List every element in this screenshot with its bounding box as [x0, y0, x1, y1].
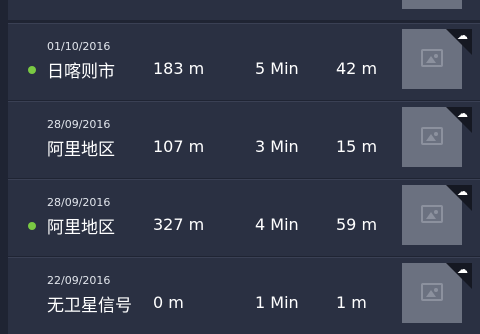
item-place: 阿里地区	[47, 218, 115, 238]
cloud-icon: ☁	[457, 185, 468, 198]
cloud-icon: ☁	[457, 263, 468, 276]
item-date: 28/09/2016	[47, 118, 111, 131]
item-date: 01/10/2016	[47, 40, 111, 53]
item-distance: 0 m	[153, 293, 184, 312]
item-distance: 183 m	[153, 59, 205, 78]
item-place: 東西地区	[47, 0, 115, 2]
cloud-icon: ☁	[457, 107, 468, 120]
list-item[interactable]: 東西地区30 m☁	[8, 0, 480, 20]
item-value: 15 m	[336, 137, 378, 156]
list-item[interactable]: 28/09/2016 阿里地区 107 m 3 Min 15 m ☁	[8, 101, 480, 178]
item-distance: 107 m	[153, 137, 205, 156]
list-item[interactable]: 28/09/2016 阿里地区 327 m 4 Min 59 m ☁	[8, 179, 480, 256]
list-item[interactable]: 01/10/2016 日喀则市 183 m 5 Min 42 m ☁	[8, 23, 480, 100]
status-dot-icon	[28, 66, 36, 74]
item-place: 阿里地区	[47, 140, 115, 160]
cloud-icon: ☁	[457, 29, 468, 42]
item-duration: 5 Min	[255, 59, 299, 78]
status-dot-icon	[28, 222, 36, 230]
activity-list: 東西地区30 m☁01/10/2016日喀则市183 m5 Min42 m☁28…	[0, 0, 480, 334]
item-duration: 3 Min	[255, 137, 299, 156]
item-duration: 4 Min	[255, 215, 299, 234]
item-place: 无卫星信号	[47, 296, 132, 316]
list-item[interactable]: 22/09/2016 无卫星信号 0 m 1 Min 1 m ☁	[8, 257, 480, 334]
item-date: 22/09/2016	[47, 274, 111, 287]
item-value: 59 m	[336, 215, 378, 234]
image-placeholder-icon[interactable]	[402, 0, 462, 9]
item-date: 28/09/2016	[47, 196, 111, 209]
item-duration: 1 Min	[255, 293, 299, 312]
item-distance: 327 m	[153, 215, 205, 234]
item-value: 42 m	[336, 59, 378, 78]
item-value: 1 m	[336, 293, 367, 312]
item-place: 日喀则市	[47, 62, 115, 82]
